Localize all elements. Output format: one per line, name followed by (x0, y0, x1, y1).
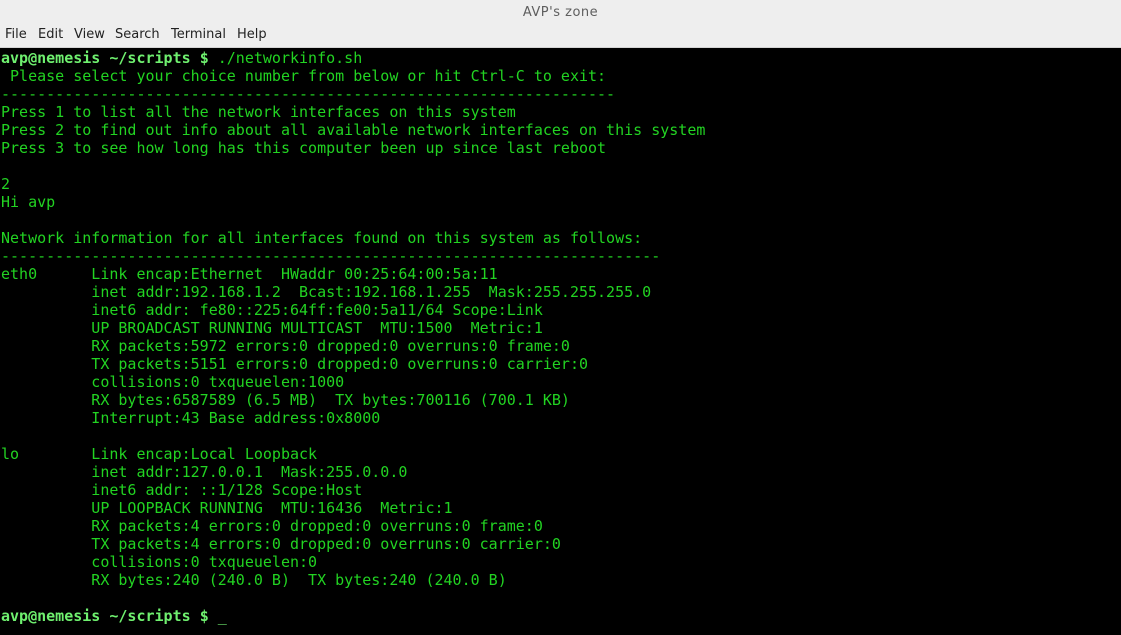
command-line: avp@nemesis ~/scripts $ ./networkinfo.sh (1, 49, 362, 67)
output-line: inet addr:127.0.0.1 Mask:255.0.0.0 (1, 463, 408, 481)
prompt-path: ~/scripts (109, 607, 191, 625)
output-line: inet6 addr: fe80::225:64ff:fe00:5a11/64 … (1, 301, 543, 319)
prompt-path: ~/scripts (109, 49, 191, 67)
menu-file[interactable]: File (5, 27, 27, 42)
output-line: lo Link encap:Local Loopback (1, 445, 336, 463)
menu-edit[interactable]: Edit (38, 27, 63, 42)
menu-help[interactable]: Help (237, 27, 267, 42)
output-line: ----------------------------------------… (1, 85, 616, 103)
output-line: RX packets:5972 errors:0 dropped:0 overr… (1, 337, 570, 355)
output-line: eth0 Link encap:Ethernet HWaddr 00:25:64… (1, 265, 516, 283)
window-title: AVP's zone (522, 5, 599, 20)
output-line: ----------------------------------------… (1, 247, 661, 265)
output-line: RX bytes:6587589 (6.5 MB) TX bytes:70011… (1, 391, 570, 409)
output-line: Press 3 to see how long has this compute… (1, 139, 607, 157)
output-line: collisions:0 txqueuelen:1000 (1, 373, 354, 391)
output-line: Hi avp (1, 193, 56, 211)
output-line: TX packets:5151 errors:0 dropped:0 overr… (1, 355, 588, 373)
output-line: Press 2 to find out info about all avail… (1, 121, 706, 139)
current-prompt-line[interactable]: avp@nemesis ~/scripts $ _ (1, 607, 227, 625)
menu-bar: File Edit View Search Terminal Help (0, 25, 1121, 48)
output-line: inet addr:192.168.1.2 Bcast:192.168.1.25… (1, 283, 652, 301)
window-titlebar[interactable]: AVP's zone (0, 0, 1121, 25)
output-line: Press 1 to list all the network interfac… (1, 103, 516, 121)
output-line: UP LOOPBACK RUNNING MTU:16436 Metric:1 (1, 499, 453, 517)
output-line: collisions:0 txqueuelen:0 (1, 553, 327, 571)
output-line: RX packets:4 errors:0 dropped:0 overruns… (1, 517, 543, 535)
prompt-user-host: avp@nemesis (1, 607, 101, 625)
output-line: inet6 addr: ::1/128 Scope:Host (1, 481, 363, 499)
output-line: Interrupt:43 Base address:0x8000 (1, 409, 390, 427)
output-line: RX bytes:240 (240.0 B) TX bytes:240 (240… (1, 571, 507, 589)
menu-terminal[interactable]: Terminal (171, 27, 226, 42)
output-line: Network information for all interfaces f… (1, 229, 643, 247)
menu-search[interactable]: Search (115, 27, 160, 42)
prompt-symbol: $ (199, 49, 209, 67)
output-line: Please select your choice number from be… (1, 67, 607, 85)
prompt-user-host: avp@nemesis (1, 49, 101, 67)
command-text: ./networkinfo.sh (217, 49, 363, 67)
menu-view[interactable]: View (74, 27, 105, 42)
prompt-symbol: $ (199, 607, 209, 625)
output-line: TX packets:4 errors:0 dropped:0 overruns… (1, 535, 561, 553)
output-line: 2 (1, 175, 11, 193)
terminal-area[interactable]: avp@nemesis ~/scripts $ ./networkinfo.sh… (0, 48, 1121, 635)
output-line: UP BROADCAST RUNNING MULTICAST MTU:1500 … (1, 319, 543, 337)
text-cursor: _ (217, 607, 227, 625)
